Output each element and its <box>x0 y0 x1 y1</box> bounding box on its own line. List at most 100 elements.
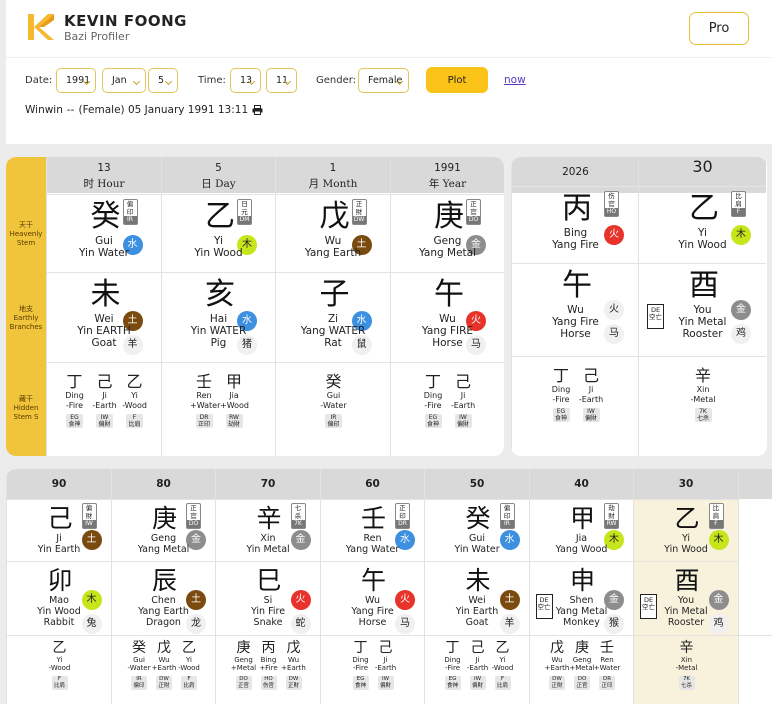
hidden-stem-element: +Metal <box>230 664 257 672</box>
ten-god-code: RW <box>605 520 618 528</box>
pillar-header: 40 <box>529 469 634 499</box>
day-select[interactable]: 5 <box>148 68 178 93</box>
hidden-stem-pinyin: Ji <box>475 656 480 664</box>
hidden-stem: 丁 Ding -Fire EG 食神 <box>419 373 447 430</box>
profile-name: Winwin <box>25 104 63 116</box>
ten-god-cn: 印 <box>503 512 511 520</box>
ten-god-cn: 正 <box>190 504 197 512</box>
ten-god-cn: 偏 <box>126 200 134 208</box>
hidden-stem-pinyin: Ding <box>551 385 571 394</box>
stem-pinyin: Wu <box>324 235 342 247</box>
stem-element-name: Yin Earth <box>37 544 81 555</box>
hidden-stem-character: 乙 <box>495 640 510 656</box>
branch-pinyin: You <box>677 595 695 606</box>
day-value: 5 <box>158 75 165 86</box>
pillar-column: 30 乙比肩 F 木 Yi Yin Wood 酉金鸡 DE 空亡 You Yin Metal Roos… <box>633 469 738 704</box>
earthly-branch-cell: 午火马 Wu Yang Fire Horse <box>512 263 639 356</box>
row-label-cn: 地支 <box>19 305 33 313</box>
hidden-ten-god-cn: 正印 <box>601 683 613 689</box>
pro-button[interactable]: Pro <box>689 12 749 45</box>
profile-detail: (Female) 05 January 1991 13:11 <box>78 104 249 116</box>
branch-element-name: Yang Earth <box>138 606 189 617</box>
pillar-column: 90 己偏財 IW 土 Ji Yin Earth 卯木兔 Mao Yin Wood Rabbit 乙… <box>6 469 111 704</box>
hidden-stem-element: +Wood <box>220 401 250 410</box>
hidden-ten-god-badge: F 比肩 <box>494 676 511 690</box>
hidden-stem-pinyin: Xin <box>680 656 693 664</box>
hidden-stem: 己 Ji -Earth IW 偏財 <box>372 640 400 691</box>
hidden-ten-god-badge: EG 食神 <box>66 414 83 428</box>
hidden-ten-god-cn: 比肩 <box>496 683 508 689</box>
hidden-stem: 丁 Ding -Fire EG 食神 <box>347 640 375 691</box>
stem-pinyin: Geng <box>150 533 177 544</box>
hidden-stem-character: 乙 <box>52 640 67 656</box>
hidden-ten-god-code: F <box>57 676 62 682</box>
ten-god-cn: 元 <box>241 208 248 216</box>
hidden-ten-god-code: 7K <box>699 408 707 415</box>
hidden-stem: 丁 Ding -Fire EG 食神 <box>439 640 467 691</box>
stem-element-name: Yang Water <box>345 544 400 555</box>
hidden-stem-element: -Earth <box>92 401 117 410</box>
heavenly-stem-cell: 乙比肩 F 木 Yi Yin Wood <box>634 499 738 561</box>
stem-element-name: Yang Metal <box>418 247 477 259</box>
hidden-stem-pinyin: Ji <box>102 391 107 400</box>
hidden-ten-god-cn: 食神 <box>446 683 458 689</box>
hidden-stem: 戊 Wu +Earth DW 正財 <box>280 640 308 691</box>
hidden-ten-god-cn: 正財 <box>287 683 299 689</box>
annual-luck-panel: 2026 丙伤官 HO 火 Bing Yang Fire 午火马 Wu Yang Fire Hor… <box>511 157 767 456</box>
ten-god-cn: 官 <box>190 512 197 520</box>
branch-character: 午 <box>562 268 592 303</box>
ten-god-code: DO <box>187 520 200 528</box>
earthly-branch-cell: 卯木兔 Mao Yin Wood Rabbit <box>7 561 111 635</box>
hidden-stem-character: 壬 <box>195 372 212 391</box>
ten-god-cn: 比 <box>712 504 720 512</box>
pillar-header <box>738 469 772 499</box>
branch-pinyin: Wei <box>468 595 486 606</box>
hidden-stem-character: 丁 <box>552 366 569 385</box>
branch-pinyin: Shen <box>569 595 594 606</box>
hidden-ten-god-code: DO <box>577 676 587 682</box>
hidden-ten-god-badge: IW 偏財 <box>582 408 600 422</box>
hidden-stem-character: 辛 <box>679 640 694 656</box>
hidden-ten-god-code: 7K <box>682 676 691 682</box>
branch-character: 午 <box>434 277 464 312</box>
hidden-ten-god-code: DR <box>199 414 209 421</box>
hidden-stem-character: 乙 <box>126 372 143 391</box>
stem-character: 己 <box>47 504 73 533</box>
hidden-stem: 己 Ji -Earth IW 偏財 <box>91 373 119 430</box>
stem-element-name: Yang Metal <box>137 544 190 555</box>
heavenly-stem-cell: 戊正財 DW 土 Wu Yang Earth <box>276 194 390 272</box>
gender-select[interactable]: Female <box>358 68 409 93</box>
stem-pinyin: Jia <box>575 533 588 544</box>
plot-button[interactable]: Plot <box>426 67 488 93</box>
pillar-title: 年 Year <box>428 178 467 190</box>
earthly-branch-cell: 未土羊 Wei Yin Earth Goat <box>425 561 529 635</box>
pillar-number: 70 <box>260 478 276 490</box>
hidden-stem-pinyin: Ji <box>588 385 594 394</box>
ten-god-cn: 正 <box>355 200 363 208</box>
printer-icon[interactable] <box>252 105 263 115</box>
ten-god-badge: 比肩F <box>731 191 746 217</box>
hidden-ten-god-badge: 7K 七杀 <box>694 408 712 422</box>
branch-element-name: Yin WATER <box>190 325 247 337</box>
branch-character: 未 <box>90 277 121 312</box>
row-label-cn: 天干 <box>19 221 33 229</box>
pillar-number: 90 <box>51 478 67 490</box>
hidden-ten-god-badge: DO 正官 <box>574 676 590 690</box>
ten-god-code: DO <box>467 216 480 224</box>
minute-select[interactable]: 11 <box>266 68 297 93</box>
hidden-stem-pinyin: Gui <box>326 391 341 400</box>
hidden-stem: 甲 Jia +Wood RW 劫財 <box>220 373 250 430</box>
ten-god-badge: 正印 DR <box>395 503 410 529</box>
year-select[interactable]: 1991 <box>56 68 96 93</box>
branch-character: 申 <box>570 566 596 595</box>
hidden-stem-pinyin: Ding <box>65 391 84 400</box>
now-link[interactable]: now <box>504 74 526 86</box>
hidden-ten-god-badge: DR 正印 <box>195 414 213 428</box>
hour-select[interactable]: 13 <box>230 68 261 93</box>
hidden-stem-element: -Earth <box>466 664 489 672</box>
month-select[interactable]: Jan <box>102 68 146 93</box>
row-label-en: Hidden Stem S <box>13 404 39 421</box>
pillar-number: 30 <box>678 478 694 490</box>
ten-god-badge: 劫財 RW <box>604 503 619 529</box>
hidden-ten-god-cn: 偏財 <box>584 415 597 422</box>
